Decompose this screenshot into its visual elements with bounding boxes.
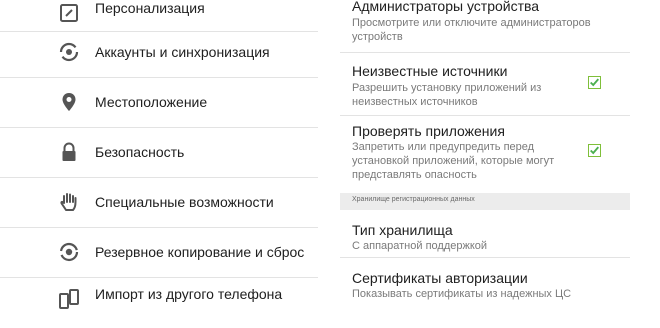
unknown-sources-title: Неизвестные источники [352,63,508,79]
settings-list: Персонализация Аккаунты и синхронизация … [0,0,330,309]
settings-item-label: Специальные возможности [95,194,274,210]
unknown-sources-checkbox[interactable] [588,76,601,89]
credential-storage-header: Хранилище регистрационных данных [340,193,630,210]
settings-item-accounts-sync[interactable]: Аккаунты и синхронизация [0,28,318,78]
device-admins-subtitle: Просмотрите или отключите администраторо… [352,17,591,29]
verify-apps-title: Проверять приложения [352,123,505,139]
location-pin-icon [58,91,80,113]
section-header-label: Хранилище регистрационных данных [352,196,475,203]
verify-apps-subtitle: Запретить или предупредить перед [352,141,535,153]
storage-type-title: Тип хранилища [352,222,453,238]
device-admins-title: Администраторы устройства [352,0,540,14]
settings-item-backup-reset[interactable]: Резервное копирование и сброс [0,228,318,278]
personalize-icon [58,2,80,24]
settings-item-label: Аккаунты и синхронизация [95,44,270,60]
settings-item-import[interactable]: Импорт из другого телефона [0,278,318,328]
settings-item-location[interactable]: Местоположение [0,78,318,128]
backup-icon [58,241,80,263]
sync-icon [58,41,80,63]
hand-icon [58,191,80,213]
verify-apps-subtitle-3: представлять опасность [352,169,477,181]
settings-item-label: Персонализация [95,0,205,16]
device-admins-subtitle-2: устройств [352,31,403,43]
phone-import-icon [58,288,80,310]
settings-item-label: Резервное копирование и сброс [95,244,305,260]
lock-icon [58,141,80,163]
verify-apps-subtitle-2: установкой приложений, которые могут [352,155,555,167]
settings-item-label: Безопасность [95,144,185,160]
unknown-sources-subtitle-2: неизвестных источников [352,96,478,108]
divider [340,115,630,116]
settings-item-accessibility[interactable]: Специальные возможности [0,178,318,228]
trusted-credentials-title: Сертификаты авторизации [352,270,528,286]
settings-item-label: Местоположение [95,94,208,110]
storage-type-subtitle: С аппаратной поддержкой [352,240,488,252]
settings-item-security[interactable]: Безопасность [0,128,318,178]
divider [340,52,630,53]
unknown-sources-subtitle: Разрешить установку приложений из [352,82,542,94]
security-panel: Администраторы устройства Просмотрите ил… [330,0,660,300]
verify-apps-checkbox[interactable] [588,144,601,157]
trusted-credentials-subtitle: Показывать сертификаты из надежных ЦС [352,288,572,300]
divider [340,257,630,258]
